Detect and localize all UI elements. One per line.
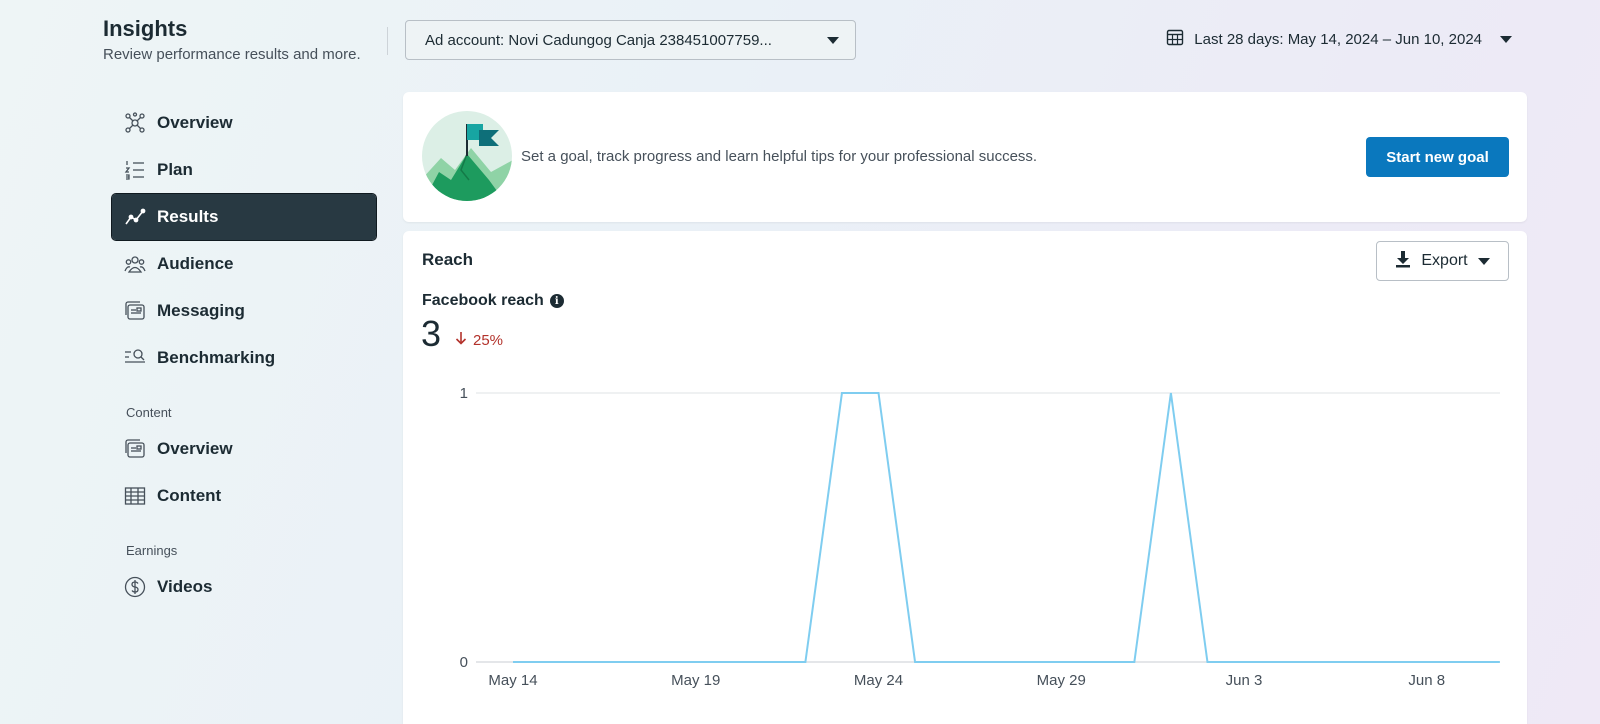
calendar-icon bbox=[1166, 28, 1184, 50]
sidebar-item-label: Overview bbox=[157, 113, 233, 132]
sidebar-item-content-overview[interactable]: Overview bbox=[112, 426, 376, 472]
goal-flag-mountain-icon bbox=[421, 110, 513, 202]
sidebar-item-label: Videos bbox=[157, 577, 213, 596]
x-tick-label: May 19 bbox=[671, 672, 720, 689]
y-tick-label: 0 bbox=[460, 654, 468, 671]
sidebar-item-label: Overview bbox=[157, 439, 233, 458]
messaging-icon bbox=[123, 299, 147, 323]
y-tick-label: 1 bbox=[460, 385, 468, 402]
plan-list-icon bbox=[123, 158, 147, 182]
x-tick-label: Jun 8 bbox=[1408, 672, 1445, 689]
header-divider bbox=[387, 27, 388, 55]
sidebar-item-label: Content bbox=[157, 486, 222, 505]
sidebar-item-label: Audience bbox=[157, 254, 234, 273]
overview-network-icon bbox=[123, 111, 147, 135]
date-range-picker[interactable]: Last 28 days: May 14, 2024 – Jun 10, 202… bbox=[1166, 28, 1512, 50]
sidebar: Overview Plan Results Audience Messaging… bbox=[111, 100, 377, 611]
table-grid-icon bbox=[123, 484, 147, 508]
dollar-circle-icon bbox=[123, 575, 147, 599]
sidebar-item-results[interactable]: Results bbox=[111, 193, 377, 241]
reach-series-line bbox=[513, 392, 1500, 663]
ad-account-label: Ad account: Novi Cadungog Canja 23845100… bbox=[425, 31, 772, 49]
benchmarking-icon bbox=[123, 346, 147, 370]
goal-message: Set a goal, track progress and learn hel… bbox=[521, 148, 1038, 165]
sidebar-item-content[interactable]: Content bbox=[112, 473, 376, 519]
chevron-down-icon bbox=[1500, 35, 1512, 43]
x-tick-label: Jun 3 bbox=[1226, 672, 1263, 689]
audience-people-icon bbox=[123, 252, 147, 276]
sidebar-item-overview[interactable]: Overview bbox=[112, 100, 376, 146]
earnings-section-label: Earnings bbox=[126, 543, 178, 558]
sidebar-item-label: Plan bbox=[157, 160, 193, 179]
chevron-down-icon bbox=[827, 36, 839, 44]
ad-account-select[interactable]: Ad account: Novi Cadungog Canja 23845100… bbox=[405, 20, 856, 60]
sidebar-item-label: Messaging bbox=[157, 301, 245, 320]
page-title: Insights bbox=[103, 16, 188, 41]
sidebar-item-plan[interactable]: Plan bbox=[112, 147, 376, 193]
content-section-label: Content bbox=[126, 405, 172, 420]
sidebar-item-videos[interactable]: Videos bbox=[112, 564, 376, 610]
x-tick-label: May 14 bbox=[488, 672, 537, 689]
goal-card: Set a goal, track progress and learn hel… bbox=[403, 92, 1527, 222]
start-new-goal-button[interactable]: Start new goal bbox=[1366, 137, 1509, 177]
reach-line-chart: 1 0 May 14 May 19 May 24 May 29 Jun 3 Jun 8 bbox=[460, 385, 1500, 689]
x-tick-label: May 29 bbox=[1037, 672, 1086, 689]
sidebar-item-benchmarking[interactable]: Benchmarking bbox=[112, 335, 376, 381]
reach-card: Reach Export Facebook reach i 3 25% 1 0 Ma… bbox=[403, 231, 1527, 724]
sidebar-item-messaging[interactable]: Messaging bbox=[112, 288, 376, 334]
date-range-label: Last 28 days: May 14, 2024 – Jun 10, 202… bbox=[1194, 30, 1482, 48]
x-tick-label: May 24 bbox=[854, 672, 903, 689]
sidebar-item-label: Results bbox=[157, 207, 219, 226]
page-subtitle: Review performance results and more. bbox=[103, 46, 361, 63]
results-trend-icon bbox=[123, 205, 147, 229]
sidebar-item-audience[interactable]: Audience bbox=[112, 241, 376, 287]
content-overview-icon bbox=[123, 437, 147, 461]
sidebar-item-label: Benchmarking bbox=[157, 348, 276, 367]
